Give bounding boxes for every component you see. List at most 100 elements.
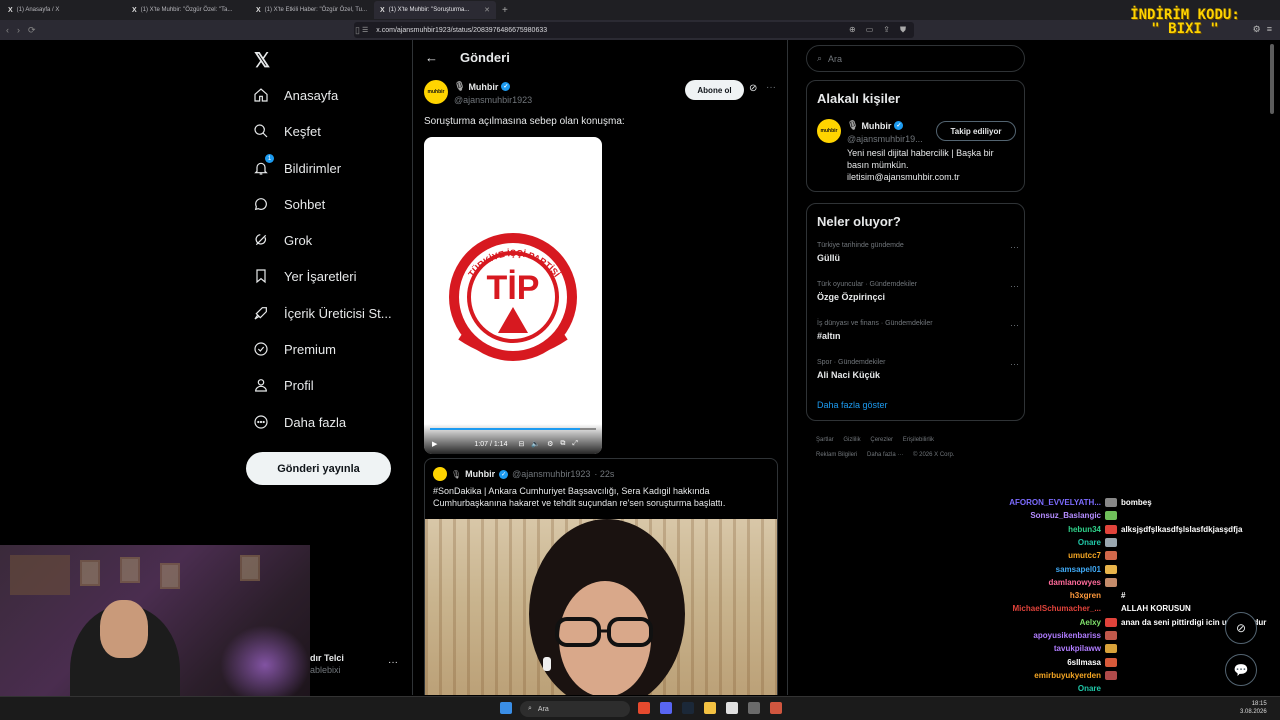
chat-username[interactable]: samsapel01 [995,565,1105,575]
account-switcher[interactable]: dır Telci ablebixi [310,653,344,675]
tip-logo: TÜRKİYE İŞÇİ PARTİSİ TİP [449,233,577,361]
quote-author-name: Muhbir [465,469,496,479]
chat-username[interactable]: apoyusikenbariss [995,631,1105,641]
app-icon[interactable] [726,702,738,714]
show-more-link[interactable]: Daha fazla göster [817,400,888,410]
reader-icon[interactable]: ▭ [866,25,874,35]
related-name[interactable]: Muhbir [861,121,891,131]
bookmark-page-icon[interactable]: ▯ [355,25,360,36]
app-icon[interactable] [748,702,760,714]
grok-icon[interactable]: ⊘ [749,83,757,94]
footer-link[interactable]: Reklam Bilgileri [816,452,857,458]
shield-icon[interactable]: ⛊ [900,25,906,35]
browser-tab[interactable]: X (1) X'te Etkili Haber: "Özgür Özel, Tu.… [250,1,372,19]
chat-username[interactable]: Onare [995,538,1105,548]
browser-tab[interactable]: X (1) X'te Muhbir: "Özgür Özel: "Ta... [126,1,248,19]
author-name[interactable]: Muhbir [468,82,498,92]
discord-icon[interactable] [660,702,672,714]
settings-icon[interactable]: ⚙ [547,440,553,448]
trend-item[interactable]: Türkiye tarihinde gündemde Güllü ··· [817,242,1019,263]
brave-icon[interactable] [638,702,650,714]
trend-item[interactable]: Spor · Gündemdekiler Ali Naci Küçük ··· [817,359,1019,380]
chat-username[interactable]: h3xgren [995,591,1105,601]
pip-icon[interactable]: ⧉ [560,440,565,448]
chat-username[interactable]: Sonsuz_Baslangic [995,511,1105,521]
trend-more-icon[interactable]: ··· [1010,242,1019,252]
windows-start-icon[interactable] [500,702,512,714]
search-placeholder: Ara [828,53,843,64]
chat-username[interactable]: hebun34 [995,525,1105,535]
taskbar-search[interactable]: ⌕ Ara [520,701,630,717]
nav-item-home[interactable]: Anasayfa [252,80,338,110]
footer-link[interactable]: Erişilebilirlik [903,437,934,443]
url-bar[interactable]: ☰ x.com/ajansmuhbir1923/status/208397648… [354,22,914,38]
nav-item-creator-studio[interactable]: İçerik Üreticisi St... [252,298,392,328]
share-icon[interactable]: ⇪ [883,25,890,35]
video-player[interactable]: TÜRKİYE İŞÇİ PARTİSİ TİP ▶ 1:07 / 1:14 ⊟… [424,137,602,454]
reload-icon[interactable]: ⟳ [28,25,36,36]
tweet-header: muhbir 🎙 Muhbir ✓ @ajansmuhbir1923 Abone o… [424,80,779,110]
chat-username[interactable]: umutcc7 [995,551,1105,561]
back-icon[interactable]: ‹ [6,25,9,35]
footer-link[interactable]: Gizlilik [843,437,860,443]
trend-more-icon[interactable]: ··· [1010,281,1019,291]
trend-more-icon[interactable]: ··· [1010,320,1019,330]
search-input[interactable]: ⌕ Ara [806,45,1025,72]
captions-icon[interactable]: ⊟ [518,440,524,448]
video-progress-bar[interactable] [430,428,596,430]
browser-tab-active[interactable]: X (1) X'te Muhbir: "Soruşturma... ✕ [374,1,496,19]
new-tab-icon[interactable]: + [502,5,508,16]
avatar[interactable]: muhbir [424,80,448,104]
chat-username[interactable]: MichaelSchumacher_... [995,604,1105,614]
nav-item-chat[interactable]: Sohbet [252,189,325,219]
back-arrow-icon[interactable]: ← [425,50,438,65]
chat-username[interactable]: damlanowyes [995,578,1105,588]
play-icon[interactable]: ▶ [432,440,437,448]
page-scrollbar[interactable] [1270,44,1274,114]
chat-username[interactable]: Onare [995,684,1105,694]
chat-username[interactable]: emirbuyukyerden [995,671,1105,681]
steam-icon[interactable] [682,702,694,714]
nav-item-more[interactable]: Daha fazla [252,407,346,437]
taskbar-clock[interactable]: 18:15 3.08.2026 [1240,700,1267,716]
nav-item-bookmarks[interactable]: Yer İşaretleri [252,261,357,291]
account-more-icon[interactable]: ··· [388,657,398,668]
related-avatar[interactable]: muhbir [817,119,841,143]
nav-item-explore[interactable]: Keşfet [252,116,321,146]
forward-icon[interactable]: › [17,25,20,35]
menu-icon[interactable]: ≡ [1267,24,1272,35]
related-handle[interactable]: @ajansmuhbir19... [847,134,923,144]
chat-username[interactable]: Aelxy [995,618,1105,628]
quoted-tweet[interactable]: 🎙 Muhbir ✓ @ajansmuhbir1923 · 22s #SonDa… [424,458,778,695]
fullscreen-icon[interactable]: ⤢ [572,440,578,448]
nav-item-notifications[interactable]: 1 Bildirimler [252,153,341,183]
app-icon[interactable] [770,702,782,714]
footer-link[interactable]: Daha fazla ··· [867,452,903,458]
extension-icon[interactable]: ⚙ [1253,24,1261,35]
chat-username[interactable]: 6sllmasa [995,658,1105,668]
subscribe-button[interactable]: Abone ol [685,80,744,100]
footer-link[interactable]: Çerezler [870,437,893,443]
zoom-icon[interactable]: ⊕ [849,25,856,35]
nav-item-profile[interactable]: Profil [252,370,314,400]
browser-tab[interactable]: X (1) Anasayfa / X [2,1,124,19]
chat-username[interactable]: tavukpilaww [995,644,1105,654]
footer-link[interactable]: Şartlar [816,437,834,443]
grok-float-button[interactable]: ⊘ [1225,612,1257,644]
volume-icon[interactable]: 🔈 [531,440,540,448]
close-tab-icon[interactable]: ✕ [484,6,490,14]
more-options-icon[interactable]: ··· [766,82,776,93]
site-info-icon[interactable]: ☰ [362,26,368,34]
trend-more-icon[interactable]: ··· [1010,359,1019,369]
post-button[interactable]: Gönderi yayınla [246,452,391,485]
folder-icon[interactable] [704,702,716,714]
x-logo-icon[interactable]: 𝕏 [254,48,270,73]
author-handle[interactable]: @ajansmuhbir1923 [454,95,532,105]
messages-float-button[interactable]: 💬 [1225,654,1257,686]
nav-item-premium[interactable]: Premium [252,334,336,364]
chat-username[interactable]: AFORON_EVVELYATH... [995,498,1105,508]
nav-item-grok[interactable]: Grok [252,225,312,255]
following-button[interactable]: Takip ediliyor [936,121,1016,141]
trend-item[interactable]: Türk oyuncular · Gündemdekiler Özge Özpi… [817,281,1019,302]
trend-item[interactable]: İş dünyası ve finans · Gündemdekiler #al… [817,320,1019,341]
